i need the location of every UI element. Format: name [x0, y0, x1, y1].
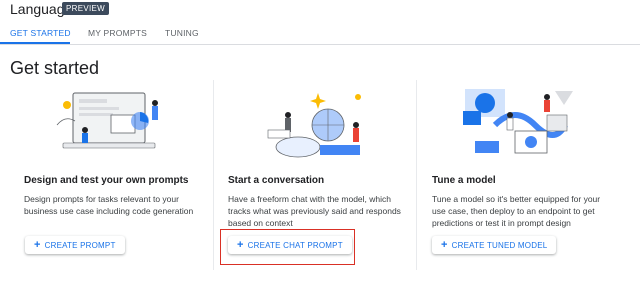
plus-icon: + — [34, 239, 41, 251]
highlight-box — [220, 229, 355, 265]
prompt-design-illustration — [56, 92, 158, 149]
tab-tuning[interactable]: TUNING — [165, 28, 199, 38]
active-tab-indicator — [0, 42, 70, 44]
page-header: Language PREVIEW — [0, 0, 640, 22]
card-title-tune: Tune a model — [432, 175, 496, 186]
create-prompt-label: CREATE PROMPT — [44, 240, 116, 250]
card-title-prompts: Design and test your own prompts — [24, 175, 189, 186]
plus-icon: + — [441, 239, 448, 251]
card-divider — [213, 80, 214, 270]
tab-bar: GET STARTED MY PROMPTS TUNING — [0, 22, 640, 45]
tab-my-prompts[interactable]: MY PROMPTS — [88, 28, 147, 38]
card-description-conversation: Have a freeform chat with the model, whi… — [228, 194, 401, 228]
preview-badge: PREVIEW — [62, 2, 109, 15]
tune-model-illustration — [463, 89, 573, 154]
card-description-tune: Tune a model so it's better equipped for… — [432, 194, 601, 228]
card-title-conversation: Start a conversation — [228, 175, 325, 186]
page-title: Get started — [10, 58, 100, 78]
tab-get-started[interactable]: GET STARTED — [10, 28, 71, 38]
create-prompt-button[interactable]: + CREATE PROMPT — [25, 236, 125, 254]
card-description-prompts: Design prompts for tasks relevant to you… — [24, 194, 194, 216]
create-tuned-model-label: CREATE TUNED MODEL — [451, 240, 548, 250]
create-tuned-model-button[interactable]: + CREATE TUNED MODEL — [432, 236, 557, 254]
card-divider — [416, 80, 417, 270]
conversation-illustration — [267, 93, 361, 158]
